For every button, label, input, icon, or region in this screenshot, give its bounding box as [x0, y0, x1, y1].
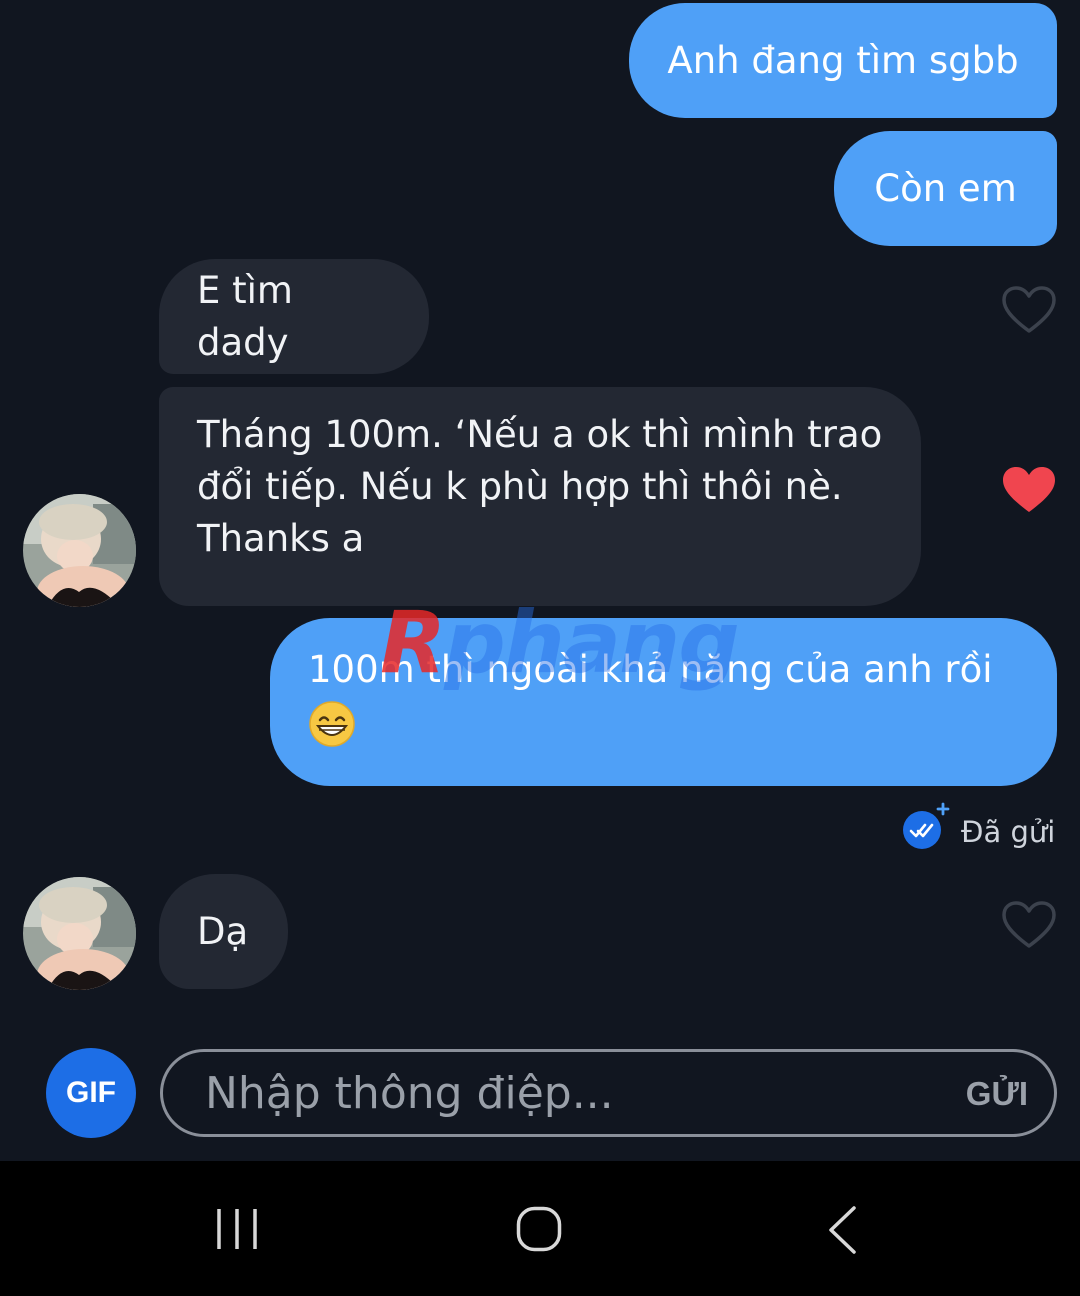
- grinning-face-emoji: [309, 700, 355, 747]
- message-text: 100m thì ngoài khả năng của anh rồi: [308, 644, 993, 748]
- contact-avatar[interactable]: [23, 494, 136, 607]
- back-icon[interactable]: [826, 1205, 858, 1255]
- gif-button[interactable]: GIF: [46, 1048, 136, 1138]
- message-input[interactable]: Nhập thông điệp...: [205, 1066, 614, 1122]
- sent-message-bubble[interactable]: Anh đang tìm sgbb: [629, 3, 1057, 118]
- received-message-bubble[interactable]: Tháng 100m. ‘Nếu a ok thì mình trao đổi …: [159, 387, 921, 606]
- sent-message-bubble[interactable]: 100m thì ngoài khả năng của anh rồi: [270, 618, 1057, 786]
- avatar-photo: [23, 494, 136, 607]
- heart-outline-icon[interactable]: [1002, 901, 1056, 949]
- message-line: đổi tiếp. Nếu k phù hợp thì thôi nè.: [197, 465, 843, 508]
- received-message-bubble[interactable]: E tìm dady: [159, 259, 429, 374]
- send-button[interactable]: GỬI: [966, 1072, 1028, 1116]
- double-check-icon: [903, 802, 950, 849]
- message-text: E tìm dady: [197, 268, 293, 364]
- message-line: Tháng 100m. ‘Nếu a ok thì mình trao: [197, 413, 883, 456]
- message-line: 100m thì ngoài khả năng của anh rồi: [308, 648, 993, 691]
- heart-filled-icon[interactable]: [1002, 466, 1056, 514]
- system-navigation-bar: [0, 1161, 1080, 1296]
- message-input-box[interactable]: Nhập thông điệp... GỬI: [160, 1049, 1057, 1137]
- received-message-bubble[interactable]: Dạ: [159, 874, 288, 989]
- message-text: Còn em: [874, 166, 1017, 210]
- recent-apps-icon[interactable]: [215, 1207, 259, 1251]
- heart-outline-icon[interactable]: [1002, 286, 1056, 334]
- message-line: Thanks a: [197, 517, 365, 560]
- read-status-text: Đã gửi: [961, 815, 1056, 849]
- message-text: Tháng 100m. ‘Nếu a ok thì mình trao đổi …: [197, 409, 882, 565]
- contact-avatar[interactable]: [23, 877, 136, 990]
- home-icon[interactable]: [516, 1206, 562, 1252]
- sent-message-bubble[interactable]: Còn em: [834, 131, 1057, 246]
- message-text: Dạ: [197, 909, 249, 953]
- avatar-photo: [23, 877, 136, 990]
- message-text: Anh đang tìm sgbb: [667, 38, 1019, 82]
